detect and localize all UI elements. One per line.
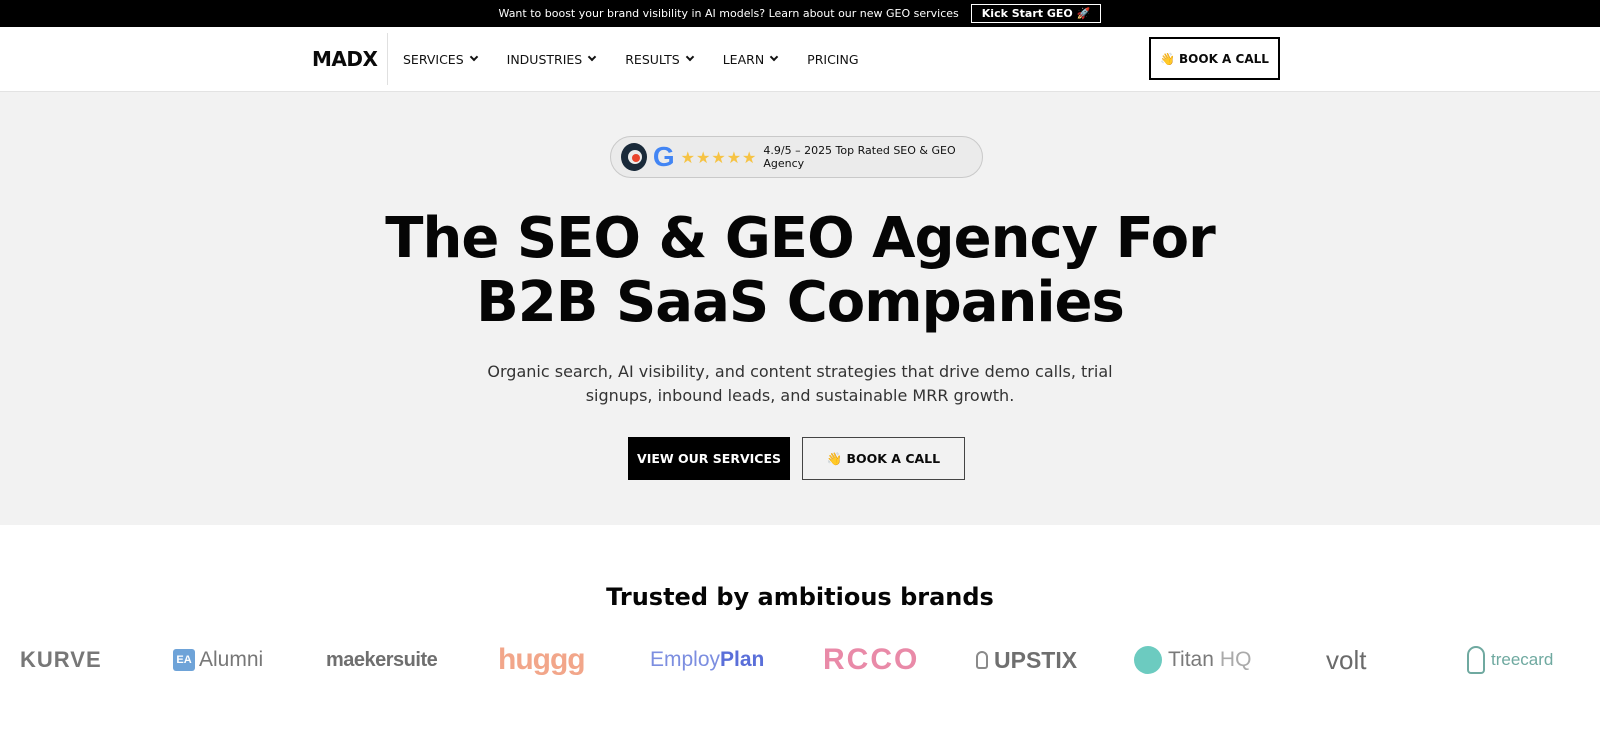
alumni-mark-icon: EA [173, 649, 195, 671]
rocket-icon: 🚀 [1076, 7, 1091, 20]
announcement-text: Want to boost your brand visibility in A… [498, 7, 959, 20]
hero-section: G ★★★★★ 4.9/5 – 2025 Top Rated SEO & GEO… [0, 92, 1600, 525]
hero-headline: The SEO & GEO Agency For B2B SaaS Compan… [0, 207, 1600, 335]
nav-item-label: LEARN [722, 51, 765, 67]
treecard-wordmark: treecard [1491, 650, 1554, 669]
kick-start-geo-button[interactable]: Kick Start GEO 🚀 [970, 4, 1102, 23]
book-a-call-label: BOOK A CALL [1179, 51, 1269, 66]
alumni-wordmark: Alumni [199, 648, 264, 671]
upstix-logo: UPSTIX [976, 642, 1077, 678]
hero-book-a-call-button[interactable]: 👋 BOOK A CALL [802, 437, 965, 480]
main-nav: MADX SERVICES INDUSTRIES RESULTS LEARN P… [0, 27, 1600, 92]
chevron-down-icon [587, 52, 597, 62]
upstix-wordmark: UPSTIX [994, 646, 1078, 673]
plan-wordmark: Plan [720, 648, 765, 671]
titanhq-logo: Titan HQ [1134, 642, 1251, 678]
book-a-call-button[interactable]: 👋 BOOK A CALL [1149, 37, 1280, 80]
chevron-down-icon [469, 52, 478, 62]
employ-wordmark: Employ [650, 648, 721, 671]
subtitle-line-1: Organic search, AI visibility, and conte… [487, 362, 1113, 381]
titan-wordmark: Titan [1168, 648, 1214, 671]
huggg-logo: huggg [498, 643, 586, 676]
nav-item-label: SERVICES [403, 51, 464, 67]
leaf-icon [1467, 646, 1485, 674]
nav-menu: SERVICES INDUSTRIES RESULTS LEARN PRICIN… [403, 27, 889, 91]
nav-item-label: INDUSTRIES [506, 51, 583, 67]
nav-item-pricing[interactable]: PRICING [807, 52, 858, 67]
brand-logo-strip: KURVE EA Alumni maekersuite huggg Employ… [0, 642, 1600, 678]
alumni-logo: EA Alumni [173, 642, 263, 678]
announcement-bar: Want to boost your brand visibility in A… [0, 0, 1600, 27]
subtitle-line-2: signups, inbound leads, and sustainable … [585, 386, 1015, 405]
nav-divider [387, 33, 388, 85]
volt-logo: volt [1326, 644, 1367, 675]
employplan-logo: Employ Plan [650, 642, 764, 678]
five-stars-icon: ★★★★★ [680, 147, 758, 167]
clutch-logo-icon [621, 143, 647, 171]
upstix-mark-icon [976, 651, 988, 669]
nav-item-label: RESULTS [625, 51, 680, 67]
waving-hand-icon: 👋 [826, 450, 843, 466]
kurve-logo: KURVE [20, 647, 102, 672]
google-logo-icon: G [652, 141, 675, 172]
headline-line-1: The SEO & GEO Agency For [385, 206, 1215, 271]
maekersuite-logo: maekersuite [326, 648, 438, 671]
hero-book-a-call-label: BOOK A CALL [846, 451, 941, 466]
chevron-down-icon [769, 52, 779, 62]
headline-line-2: B2B SaaS Companies [476, 270, 1125, 335]
trusted-title: Trusted by ambitious brands [606, 583, 994, 611]
madx-logo[interactable]: MADX [312, 47, 378, 71]
kick-start-geo-label: Kick Start GEO [981, 7, 1073, 20]
view-our-services-button[interactable]: VIEW OUR SERVICES [628, 437, 790, 480]
nav-item-learn[interactable]: LEARN [722, 51, 779, 67]
trusted-brands-section: Trusted by ambitious brands KURVE EA Alu… [0, 525, 1600, 734]
hero-subtitle: Organic search, AI visibility, and conte… [0, 360, 1600, 408]
nav-item-label: PRICING [807, 51, 859, 67]
rating-badge: G ★★★★★ 4.9/5 – 2025 Top Rated SEO & GEO… [610, 136, 983, 178]
chevron-down-icon [685, 52, 694, 62]
nav-item-results[interactable]: RESULTS [625, 51, 694, 67]
nav-item-services[interactable]: SERVICES [403, 51, 478, 67]
waving-hand-icon: 👋 [1160, 51, 1176, 66]
rcco-logo: RCCO [823, 643, 920, 676]
nav-item-industries[interactable]: INDUSTRIES [506, 51, 597, 67]
rating-text: 4.9/5 – 2025 Top Rated SEO & GEO Agency [763, 144, 956, 170]
titanhq-mark-icon [1134, 646, 1162, 674]
hq-wordmark: HQ [1219, 648, 1252, 671]
treecard-logo: treecard [1467, 642, 1553, 678]
